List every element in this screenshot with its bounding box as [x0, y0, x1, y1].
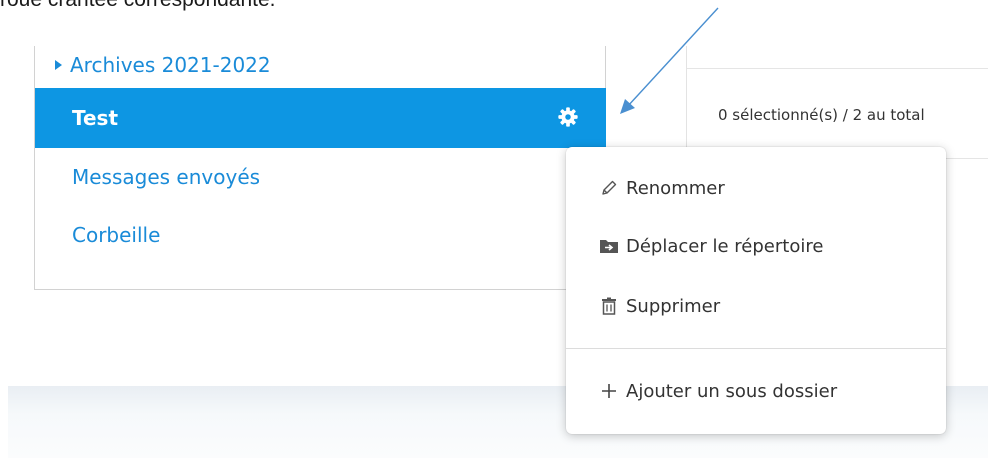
menu-item-delete[interactable]: Supprimer — [598, 291, 720, 321]
menu-separator — [566, 348, 946, 349]
menu-item-rename[interactable]: Renommer — [598, 173, 725, 203]
menu-item-label: Renommer — [626, 177, 725, 199]
trash-icon — [598, 297, 620, 315]
pencil-icon — [598, 179, 620, 197]
menu-item-label: Déplacer le répertoire — [626, 235, 824, 257]
menu-item-label: Ajouter un sous dossier — [626, 380, 838, 402]
plus-icon — [598, 382, 620, 400]
menu-item-label: Supprimer — [626, 295, 721, 317]
folder-move-icon — [598, 237, 620, 255]
menu-item-move-folder[interactable]: Déplacer le répertoire — [598, 231, 823, 261]
menu-item-add-subfolder[interactable]: Ajouter un sous dossier — [598, 376, 837, 406]
folder-context-menu: Renommer Déplacer le répertoire Supprime… — [566, 147, 946, 434]
